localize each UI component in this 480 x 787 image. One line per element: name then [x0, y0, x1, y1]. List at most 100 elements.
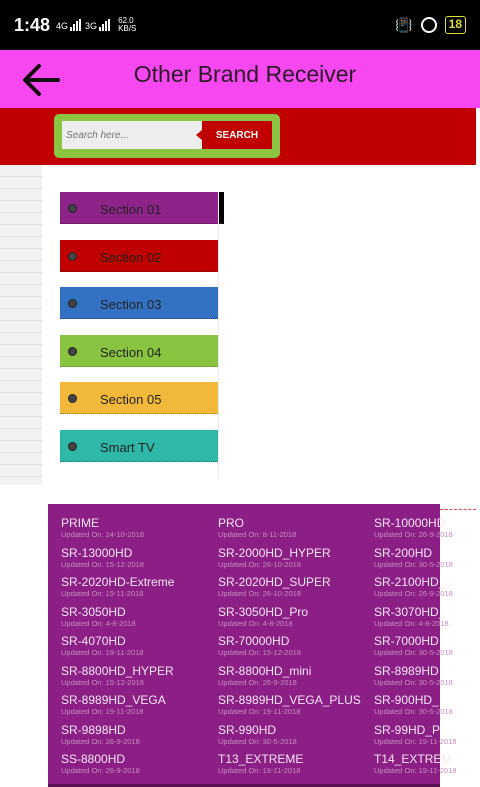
- model-updated-date: Updated On: 8-11-2018: [218, 530, 297, 539]
- model-item[interactable]: SR-9898HD Updated On: 26-9-2018: [61, 723, 140, 747]
- section-label: Section 05: [100, 392, 162, 408]
- model-item[interactable]: PRO Updated On: 8-11-2018: [218, 517, 296, 540]
- model-updated-date: Updated On: 30-5-2018: [374, 707, 453, 716]
- section-label: Section 03: [100, 297, 162, 313]
- model-updated-date: Updated On: 26-9-2018: [61, 736, 140, 746]
- model-updated-date: Updated On: 4-8-2018: [374, 618, 449, 628]
- model-name: SR-3050HD_Pro: [218, 604, 309, 619]
- section-item[interactable]: Section 04: [60, 334, 218, 367]
- model-updated-date: Updated On: 26-9-2018: [218, 677, 297, 687]
- model-updated-date: Updated On: 4-8-2018: [218, 618, 293, 628]
- model-name: SR-3050HD: [61, 604, 126, 619]
- model-item[interactable]: SR-8800HD_HYPER Updated On: 15-12-2018: [61, 663, 174, 688]
- model-name: SR-13000HD: [61, 545, 133, 560]
- page-title: Other Brand Receiver: [133, 61, 357, 87]
- section-item[interactable]: Smart TV: [60, 429, 218, 462]
- model-name: SR-3070HD_: [374, 604, 446, 619]
- model-item[interactable]: SR-13000HD Updated On: 15-12-2018: [61, 545, 144, 570]
- model-item[interactable]: SR-8989HD_VEGA_PLUS Updated On: 19-11-201…: [218, 694, 361, 717]
- model-name: SR-8800HD_HYPER: [61, 663, 174, 678]
- model-item[interactable]: PRIME Updated On: 24-10-2018: [61, 517, 144, 540]
- bullet-icon: [68, 299, 77, 309]
- model-name: SR-8989HD: [374, 663, 439, 678]
- model-updated-date: Updated On: 19-11-2018: [61, 648, 144, 657]
- status-time: 1:48: [14, 14, 51, 35]
- model-item[interactable]: SR-2020HD_SUPER Updated On: 26-10-2018: [218, 576, 331, 599]
- model-updated-date: Updated On: 26-10-2018: [218, 589, 301, 598]
- network-type-1: 4G: [56, 21, 69, 31]
- model-item[interactable]: T14_EXTREM Updated On: 19-11-2018: [374, 753, 456, 776]
- section-label: Section 04: [100, 344, 162, 360]
- section-item[interactable]: Section 02: [60, 239, 218, 272]
- model-item[interactable]: SR-990HD Updated On: 30-5-2018: [218, 723, 297, 747]
- model-name: PRIME: [61, 517, 100, 530]
- model-item[interactable]: SR-2020HD-Extreme Updated On: 19-11-2018: [61, 576, 174, 599]
- model-item[interactable]: SR-10000HD Updated On: 26-9-2018: [374, 517, 453, 540]
- model-item[interactable]: SR-4070HD Updated On: 19-11-2018: [61, 635, 143, 658]
- bullet-icon: [68, 441, 77, 451]
- model-name: T13_EXTREME: [218, 752, 304, 766]
- model-name: SR-99HD_P: [374, 722, 441, 737]
- app-bar: Other Brand Receiver: [0, 50, 480, 108]
- section-list: Section 01 Section 02 Section 03 Section 04…: [60, 192, 224, 478]
- bullet-icon: [68, 204, 77, 213]
- model-name: SR-900HD_: [374, 693, 439, 707]
- model-updated-date: Updated On: 4-8-2018: [61, 618, 136, 628]
- model-name: PRO: [218, 517, 245, 530]
- lock-icon: [420, 17, 437, 33]
- model-name: SR-10000HD: [374, 517, 446, 530]
- model-item[interactable]: SR-8989HD_VEGA Updated On: 19-11-2018: [61, 694, 166, 717]
- model-name: SR-7000HD: [374, 634, 439, 648]
- section-item[interactable]: Section 01: [60, 192, 224, 224]
- model-name: SR-2020HD-Extreme: [61, 575, 175, 589]
- section-label: Section 01: [100, 202, 162, 217]
- vibrate-icon: 📳: [395, 16, 413, 33]
- section-label: Smart TV: [100, 439, 155, 455]
- model-updated-date: Updated On: 26-9-2018: [61, 766, 140, 775]
- model-item[interactable]: SR-3050HD_Pro Updated On: 4-8-2018: [218, 604, 309, 629]
- model-name: SS-8800HD: [61, 752, 126, 766]
- model-updated-date: Updated On: 26-9-2018: [374, 589, 453, 598]
- model-name: SR-70000HD: [218, 634, 290, 648]
- model-item[interactable]: SR-3050HD Updated On: 4-8-2018: [61, 604, 136, 629]
- bullet-icon: [68, 346, 77, 356]
- model-item[interactable]: SR-3070HD_ Updated On: 4-8-2018: [374, 604, 449, 629]
- model-item[interactable]: SR-2100HD_ Updated On: 26-9-2018: [374, 576, 453, 599]
- model-item[interactable]: SR-8800HD_mini Updated On: 26-9-2018: [218, 663, 312, 688]
- section-item[interactable]: Section 05: [60, 382, 218, 415]
- model-name: SR-8989HD_VEGA: [61, 693, 166, 707]
- model-item[interactable]: SR-70000HD Updated On: 15-12-2018: [218, 635, 301, 658]
- network-type-2: 3G: [85, 21, 98, 31]
- model-item[interactable]: SR-8989HD Updated On: 30-5-2018: [374, 663, 453, 688]
- signal-icon: 4G: [56, 19, 82, 31]
- model-updated-date: Updated On: 15-12-2018: [218, 648, 301, 657]
- model-item[interactable]: SR-7000HD Updated On: 30-5-2018: [374, 635, 453, 658]
- search-input[interactable]: [62, 121, 202, 149]
- search-button[interactable]: SEARCH: [196, 121, 272, 149]
- model-updated-date: Updated On: 19-11-2018: [61, 589, 144, 598]
- model-item[interactable]: SR-200HD Updated On: 30-5-2018: [374, 545, 453, 570]
- model-item[interactable]: SR-900HD_ Updated On: 30-5-2018: [374, 694, 453, 717]
- signal-icon-2: 3G: [85, 19, 111, 31]
- divider: [218, 192, 219, 477]
- model-item[interactable]: T13_EXTREME Updated On: 19-11-2018: [218, 753, 303, 776]
- model-name: SR-8800HD_mini: [218, 663, 312, 678]
- model-updated-date: Updated On: 19-11-2018: [218, 766, 301, 775]
- model-item[interactable]: SR-99HD_P Updated On: 19-11-2018: [374, 722, 457, 747]
- section-item[interactable]: Section 03: [60, 287, 218, 320]
- model-name: SR-2000HD_HYPER: [218, 545, 331, 560]
- search-band: SEARCH: [0, 108, 476, 165]
- model-item[interactable]: SS-8800HD Updated On: 26-9-2018: [61, 753, 140, 776]
- model-name: SR-2020HD_SUPER: [218, 575, 331, 589]
- model-name: SR-4070HD: [61, 634, 126, 648]
- bullet-icon: [68, 394, 77, 404]
- model-name: SR-200HD: [374, 545, 433, 560]
- section-label: Section 02: [100, 249, 162, 265]
- model-updated-date: Updated On: 19-11-2018: [374, 736, 457, 746]
- speed-unit: KB/S: [118, 24, 137, 33]
- model-updated-date: Updated On: 19-11-2018: [374, 766, 457, 775]
- battery-icon: 18: [444, 16, 466, 34]
- model-name: SR-2100HD_: [374, 575, 446, 589]
- model-item[interactable]: SR-2000HD_HYPER Updated On: 26-10-2018: [218, 545, 331, 570]
- model-updated-date: Updated On: 26-10-2018: [218, 559, 301, 569]
